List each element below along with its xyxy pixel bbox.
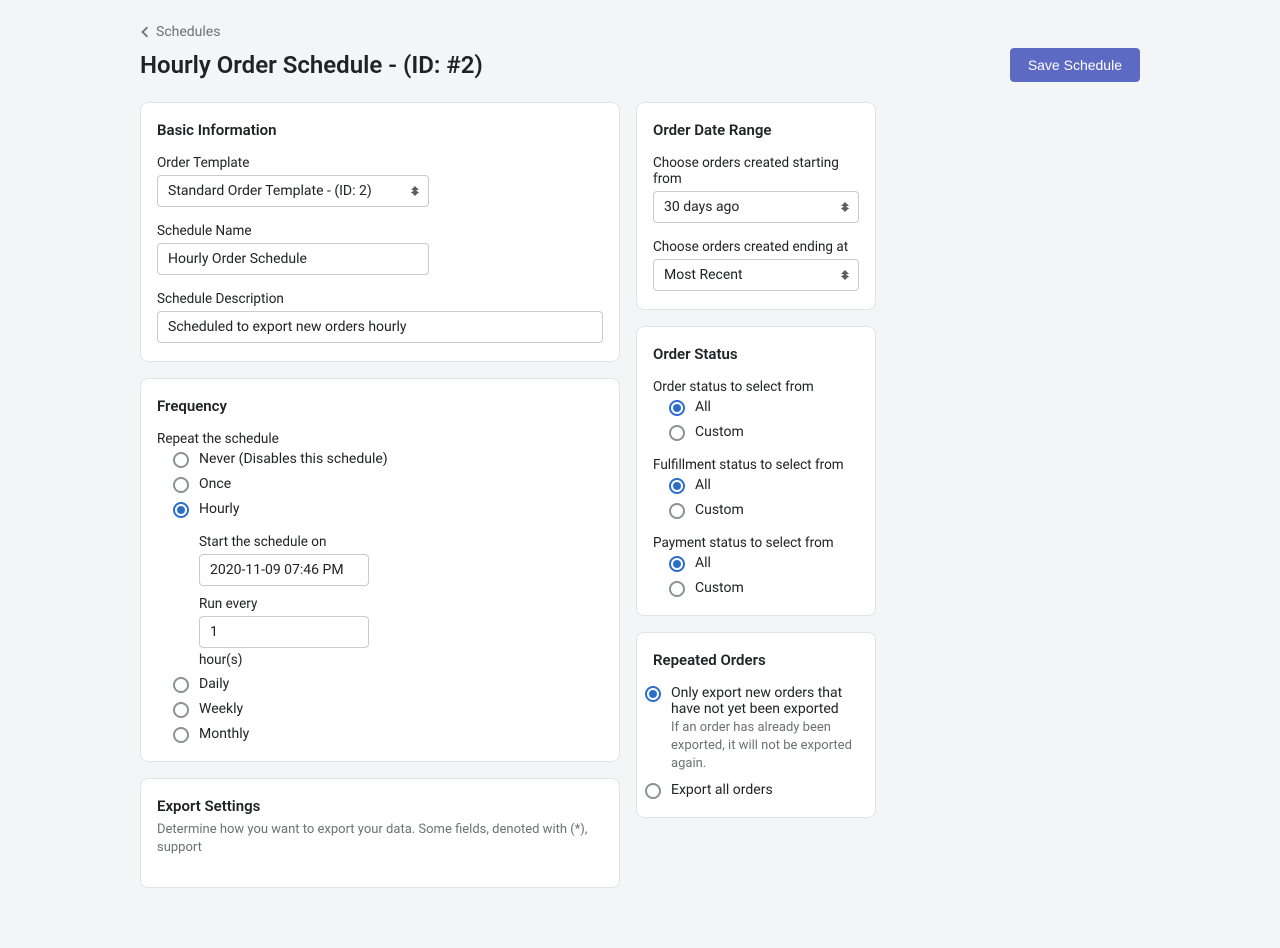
repeat-label: Repeat the schedule [157, 431, 603, 447]
order-status-card: Order Status Order status to select from… [636, 326, 876, 616]
schedule-name-label: Schedule Name [157, 223, 603, 239]
order-template-select[interactable]: Standard Order Template - (ID: 2) [157, 175, 429, 207]
breadcrumb-label: Schedules [156, 24, 220, 40]
radio-monthly-label[interactable]: Monthly [199, 726, 249, 742]
date-end-select[interactable]: Most Recent [653, 259, 859, 291]
payment-status-label: Payment status to select from [653, 535, 859, 551]
run-unit-label: hour(s) [199, 652, 603, 668]
date-end-label: Choose orders created ending at [653, 239, 859, 255]
order-date-range-card: Order Date Range Choose orders created s… [636, 102, 876, 310]
radio-never-label[interactable]: Never (Disables this schedule) [199, 451, 388, 467]
schedule-desc-input[interactable] [157, 311, 603, 343]
order-template-label: Order Template [157, 155, 603, 171]
radio-order-custom[interactable] [669, 425, 685, 441]
schedule-desc-label: Schedule Description [157, 291, 603, 307]
card-title: Export Settings [157, 797, 603, 815]
start-schedule-label: Start the schedule on [199, 534, 603, 550]
radio-order-all-label[interactable]: All [695, 399, 711, 415]
start-schedule-input[interactable] [199, 554, 369, 586]
card-title: Basic Information [157, 121, 603, 139]
radio-once[interactable] [173, 477, 189, 493]
repeated-orders-card: Repeated Orders Only export new orders t… [636, 632, 876, 818]
radio-new-only[interactable] [645, 686, 661, 702]
radio-pay-custom-label[interactable]: Custom [695, 580, 744, 596]
breadcrumb[interactable]: Schedules [140, 24, 1140, 40]
basic-information-card: Basic Information Order Template Standar… [140, 102, 620, 362]
radio-daily-label[interactable]: Daily [199, 676, 229, 692]
fulfillment-status-label: Fulfillment status to select from [653, 457, 859, 473]
radio-never[interactable] [173, 452, 189, 468]
page-title: Hourly Order Schedule - (ID: #2) [140, 51, 483, 79]
radio-daily[interactable] [173, 677, 189, 693]
radio-pay-custom[interactable] [669, 581, 685, 597]
chevron-left-icon [140, 26, 150, 38]
card-title: Repeated Orders [653, 651, 859, 669]
radio-pay-all-label[interactable]: All [695, 555, 711, 571]
card-title: Order Date Range [653, 121, 859, 139]
radio-pay-all[interactable] [669, 556, 685, 572]
radio-fulfill-custom-label[interactable]: Custom [695, 502, 744, 518]
radio-monthly[interactable] [173, 727, 189, 743]
radio-fulfill-all[interactable] [669, 478, 685, 494]
frequency-card: Frequency Repeat the schedule Never (Dis… [140, 378, 620, 762]
radio-hourly-label[interactable]: Hourly [199, 501, 239, 517]
radio-new-only-sub: If an order has already been exported, i… [671, 719, 859, 774]
radio-new-only-label[interactable]: Only export new orders that have not yet… [671, 685, 859, 717]
radio-once-label[interactable]: Once [199, 476, 231, 492]
save-button[interactable]: Save Schedule [1010, 48, 1140, 82]
card-title: Order Status [653, 345, 859, 363]
export-subtitle: Determine how you want to export your da… [157, 821, 603, 857]
schedule-name-input[interactable] [157, 243, 429, 275]
run-every-label: Run every [199, 596, 603, 612]
radio-order-all[interactable] [669, 400, 685, 416]
card-title: Frequency [157, 397, 603, 415]
radio-fulfill-all-label[interactable]: All [695, 477, 711, 493]
date-start-label: Choose orders created starting from [653, 155, 859, 187]
radio-fulfill-custom[interactable] [669, 503, 685, 519]
order-status-label: Order status to select from [653, 379, 859, 395]
date-start-select[interactable]: 30 days ago [653, 191, 859, 223]
radio-weekly-label[interactable]: Weekly [199, 701, 243, 717]
radio-export-all-label[interactable]: Export all orders [671, 782, 773, 798]
run-every-input[interactable] [199, 616, 369, 648]
radio-order-custom-label[interactable]: Custom [695, 424, 744, 440]
export-settings-card: Export Settings Determine how you want t… [140, 778, 620, 888]
radio-export-all[interactable] [645, 783, 661, 799]
radio-weekly[interactable] [173, 702, 189, 718]
radio-hourly[interactable] [173, 502, 189, 518]
